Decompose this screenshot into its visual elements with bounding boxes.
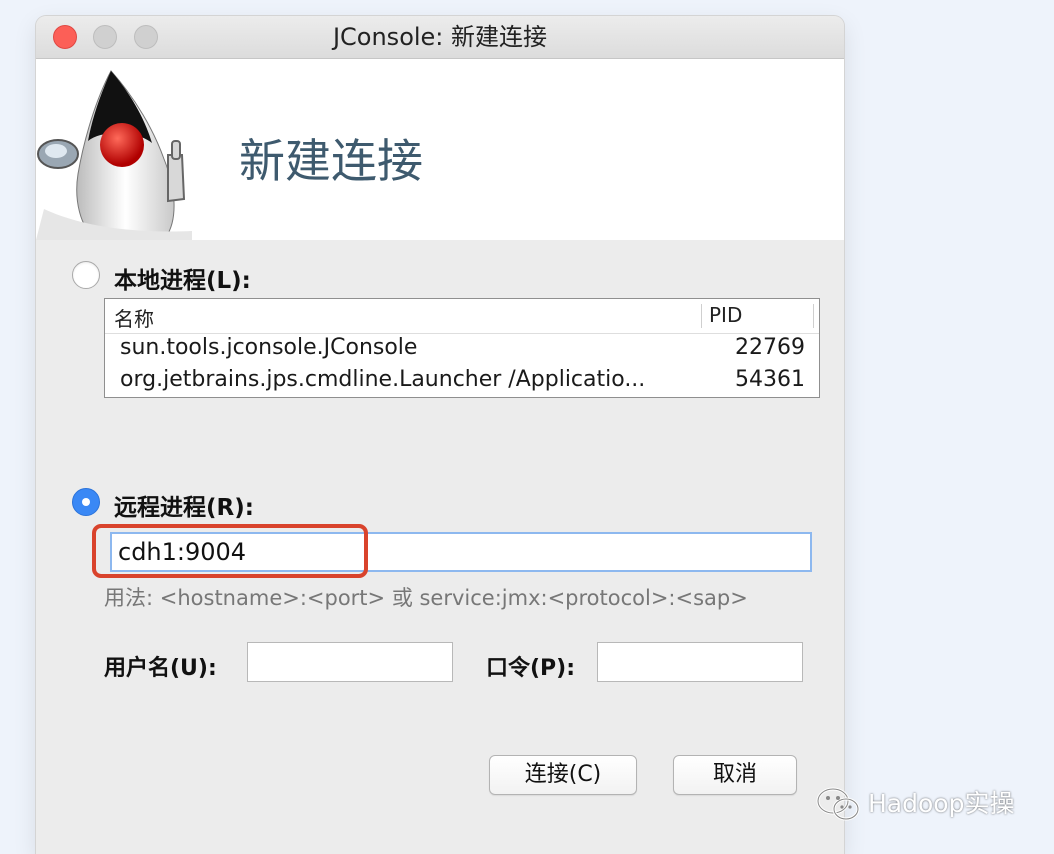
column-header-pid[interactable]: PID	[709, 303, 742, 327]
duke-mascot-logo	[36, 70, 192, 240]
usage-hint: 用法: <hostname>:<port> 或 service:jmx:<pro…	[104, 586, 748, 610]
connect-button[interactable]: 连接(C)	[489, 755, 637, 795]
title-bar[interactable]: JConsole: 新建连接	[36, 16, 844, 59]
column-divider	[813, 304, 814, 328]
wechat-icon	[816, 787, 860, 821]
watermark-text: Hadoop实操	[868, 789, 1015, 818]
process-name: sun.tools.jconsole.JConsole	[120, 335, 418, 360]
password-input[interactable]	[597, 642, 803, 682]
column-divider	[701, 304, 702, 328]
header-banner: 新建连接	[36, 59, 844, 240]
username-input[interactable]	[247, 642, 453, 682]
annotation-highlight-box	[92, 524, 368, 578]
jconsole-window: JConsole: 新建连接 新建连接 本地进程(L): 名称 PID sun.…	[36, 16, 844, 854]
local-process-table[interactable]: 名称 PID sun.tools.jconsole.JConsole 22769…	[104, 298, 820, 398]
column-header-name[interactable]: 名称	[114, 303, 154, 332]
password-label: 口令(P):	[486, 656, 576, 681]
remote-process-radio[interactable]	[72, 488, 100, 516]
process-name: org.jetbrains.jps.cmdline.Launcher /Appl…	[120, 367, 646, 392]
table-row[interactable]: org.jetbrains.jps.cmdline.Launcher /Appl…	[105, 367, 819, 399]
table-header: 名称 PID	[105, 299, 819, 334]
table-row[interactable]: sun.tools.jconsole.JConsole 22769	[105, 335, 819, 367]
username-label: 用户名(U):	[104, 656, 217, 681]
remote-process-label[interactable]: 远程进程(R):	[114, 488, 254, 522]
cancel-button[interactable]: 取消	[673, 755, 797, 795]
banner-title: 新建连接	[239, 134, 423, 188]
local-process-label[interactable]: 本地进程(L):	[114, 261, 251, 295]
process-pid: 22769	[735, 335, 805, 360]
process-pid: 54361	[735, 367, 805, 392]
window-title: JConsole: 新建连接	[332, 23, 548, 51]
local-process-radio[interactable]	[72, 261, 100, 289]
